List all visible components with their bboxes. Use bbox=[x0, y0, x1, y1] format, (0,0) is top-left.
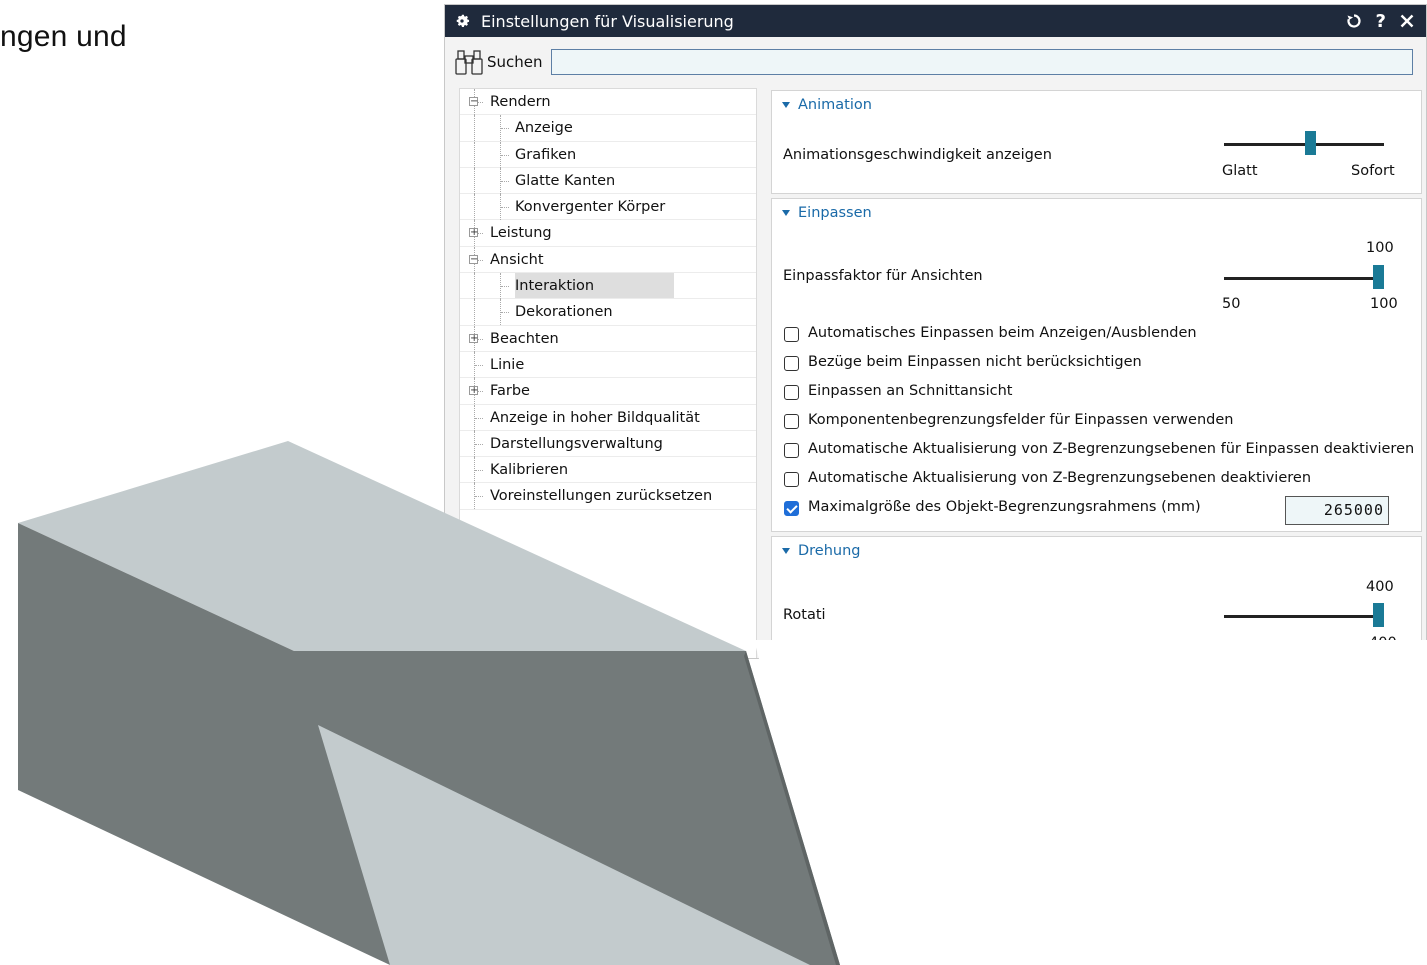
3d-model-view bbox=[18, 441, 1427, 965]
model-background bbox=[754, 640, 1427, 965]
